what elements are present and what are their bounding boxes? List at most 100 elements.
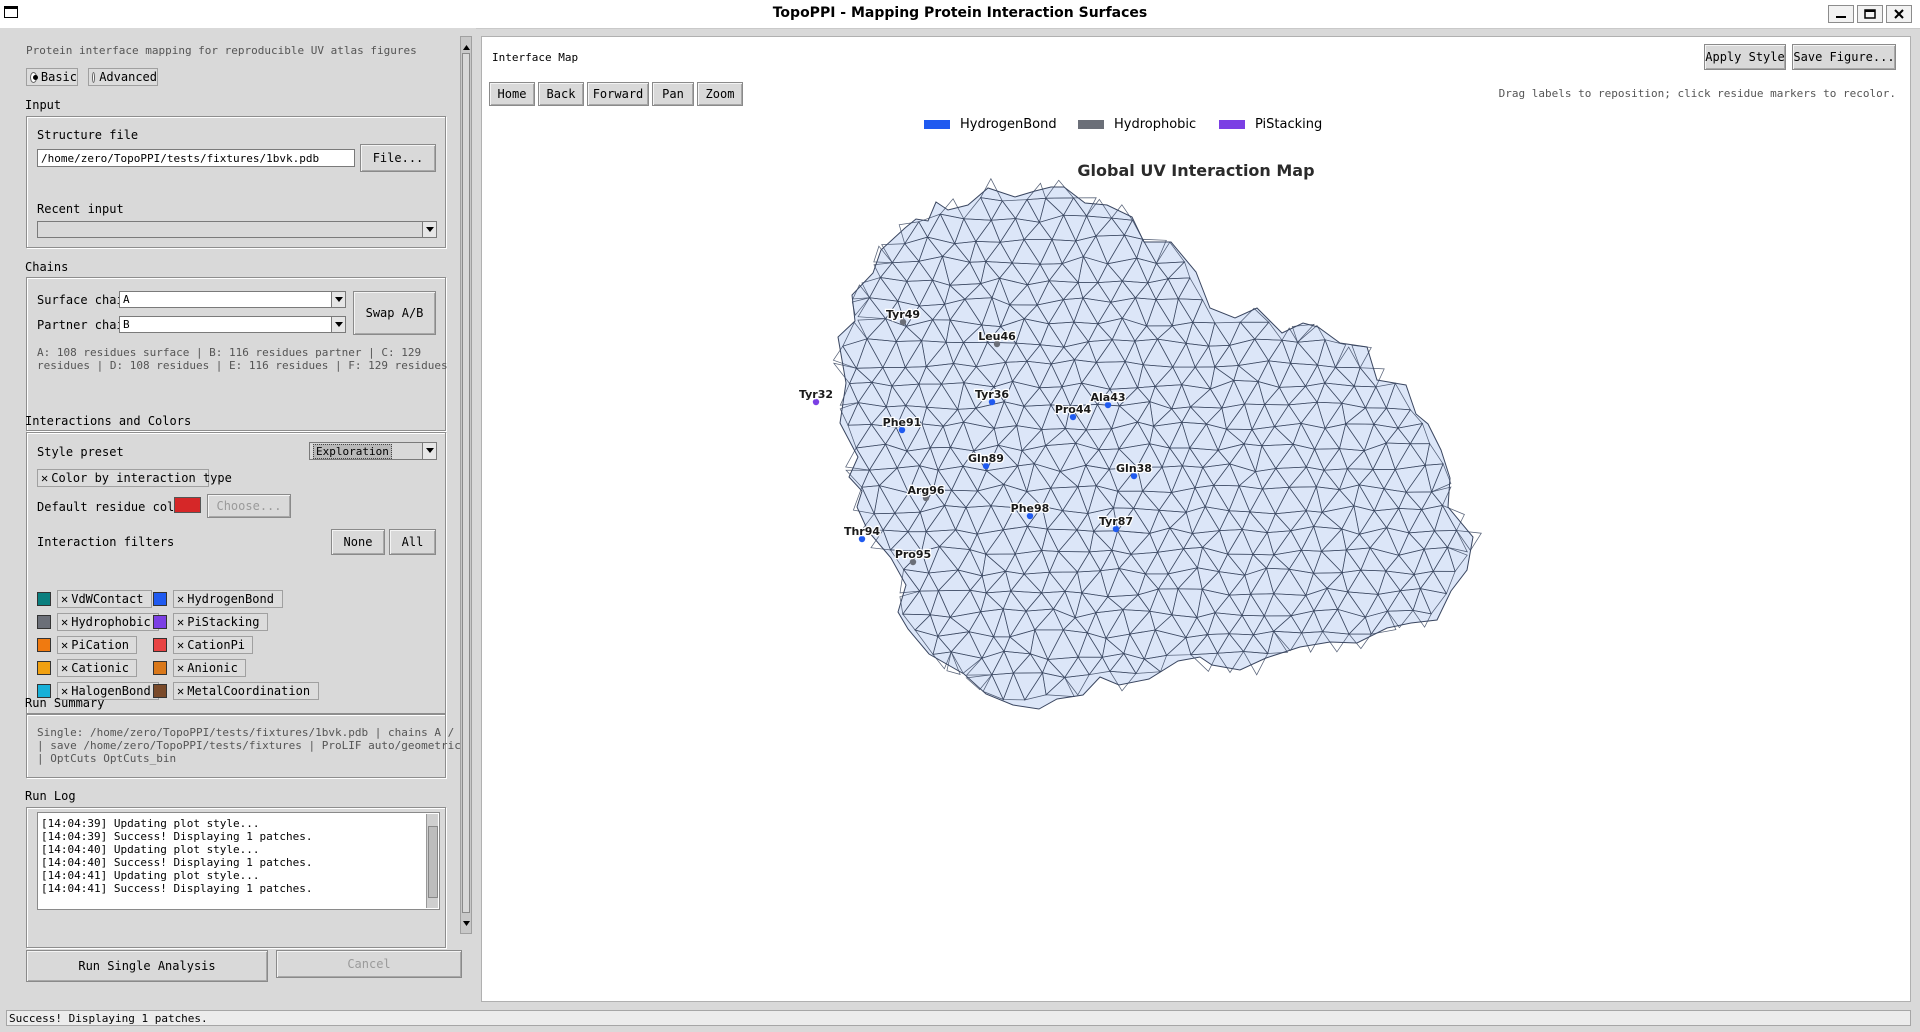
filter-checkbox-hydrogenbond[interactable]: ✕ HydrogenBond bbox=[173, 590, 283, 608]
filter-color-swatch[interactable] bbox=[37, 615, 51, 629]
run-analysis-button[interactable]: Run Single Analysis bbox=[26, 950, 268, 982]
swap-chains-button[interactable]: Swap A/B bbox=[353, 291, 436, 335]
residue-label[interactable]: Gln38 bbox=[1115, 461, 1153, 477]
residue-label[interactable]: Tyr49 bbox=[885, 307, 922, 323]
section-input: Input bbox=[25, 98, 62, 112]
log-line: [14:04:41] Updating plot style... bbox=[41, 869, 260, 882]
close-button[interactable] bbox=[1886, 5, 1912, 23]
filter-checkbox-pication[interactable]: ✕ PiCation bbox=[57, 636, 138, 654]
chevron-down-icon bbox=[331, 292, 345, 307]
log-scroll-thumb[interactable] bbox=[428, 826, 438, 898]
status-bar: Success! Displaying 1 patches. bbox=[6, 1010, 1911, 1026]
filters-none-button[interactable]: None bbox=[331, 529, 385, 555]
style-preset-combo[interactable]: Exploration bbox=[309, 442, 437, 460]
residue-label[interactable]: Leu46 bbox=[977, 329, 1017, 345]
section-run-summary: Run Summary bbox=[25, 696, 105, 710]
partner-chain-value: B bbox=[123, 318, 130, 331]
filter-checkbox-metalcoordination[interactable]: ✕ MetalCoordination bbox=[173, 682, 320, 700]
uv-interaction-map[interactable]: Tyr49 Leu46 Tyr32 Tyr36 Ala43Pro44 Phe91 Gln89… bbox=[482, 37, 1910, 1001]
surface-chain-combo[interactable]: A bbox=[119, 291, 346, 308]
close-icon bbox=[1894, 9, 1904, 19]
title-bar: TopoPPI - Mapping Protein Interaction Su… bbox=[0, 0, 1920, 29]
chain-summary-line1: A: 108 residues surface | B: 116 residue… bbox=[37, 346, 422, 359]
style-preset-value: Exploration bbox=[313, 443, 392, 459]
filter-checkbox-hydrophobic[interactable]: ✕ Hydrophobic bbox=[57, 613, 160, 631]
scroll-down-icon[interactable] bbox=[463, 916, 470, 930]
summary-line1: Single: /home/zero/TopoPPI/tests/fixture… bbox=[37, 726, 468, 739]
residue-label[interactable]: Ala43 bbox=[1089, 390, 1127, 406]
residue-label[interactable]: Pro44 bbox=[1054, 402, 1093, 418]
residue-label[interactable]: Phe98 bbox=[1009, 501, 1050, 517]
filter-color-swatch[interactable] bbox=[153, 684, 167, 698]
default-color-swatch[interactable] bbox=[174, 497, 201, 513]
check-icon: ✕ bbox=[177, 615, 185, 629]
maximize-icon bbox=[1864, 9, 1876, 19]
minimize-button[interactable] bbox=[1828, 5, 1854, 23]
radio-indicator bbox=[30, 71, 38, 83]
mode-advanced-radio[interactable]: Advanced bbox=[88, 68, 158, 86]
filter-checkbox-anionic[interactable]: ✕ Anionic bbox=[173, 659, 247, 677]
chevron-down-icon bbox=[422, 222, 436, 237]
mode-basic-radio[interactable]: Basic bbox=[26, 68, 78, 86]
recent-input-combo[interactable] bbox=[37, 221, 437, 238]
residue-label[interactable]: Tyr36 bbox=[974, 387, 1011, 403]
filter-color-swatch[interactable] bbox=[37, 638, 51, 652]
interaction-filters-label: Interaction filters bbox=[37, 535, 175, 549]
cancel-button[interactable]: Cancel bbox=[276, 950, 462, 978]
structure-file-label: Structure file bbox=[37, 128, 139, 142]
app-subtitle: Protein interface mapping for reproducib… bbox=[26, 44, 417, 57]
radio-indicator bbox=[92, 71, 96, 83]
log-scrollbar[interactable] bbox=[426, 814, 438, 908]
log-line: [14:04:40] Updating plot style... bbox=[41, 843, 260, 856]
check-icon: ✕ bbox=[61, 661, 69, 675]
run-log-text[interactable]: [14:04:39] Updating plot style... [14:04… bbox=[37, 812, 440, 910]
residue-label[interactable]: Arg96 bbox=[906, 483, 946, 499]
filter-checkbox-cationpi[interactable]: ✕ CationPi bbox=[173, 636, 254, 654]
residue-label[interactable]: Thr94 bbox=[843, 524, 882, 540]
surface-chain-value: A bbox=[123, 293, 130, 306]
filter-color-swatch[interactable] bbox=[37, 592, 51, 606]
maximize-button[interactable] bbox=[1857, 5, 1883, 23]
choose-color-button[interactable]: Choose... bbox=[207, 494, 291, 518]
chevron-down-icon bbox=[331, 317, 345, 332]
scroll-up-icon[interactable] bbox=[463, 40, 470, 54]
filter-label: PiCation bbox=[71, 638, 130, 652]
partner-chain-combo[interactable]: B bbox=[119, 316, 346, 333]
residue-label[interactable]: Gln89 bbox=[967, 451, 1005, 467]
log-line: [14:04:39] Updating plot style... bbox=[41, 817, 260, 830]
filter-color-swatch[interactable] bbox=[153, 615, 167, 629]
color-by-type-checkbox[interactable]: ✕ Color by interaction type bbox=[37, 469, 232, 487]
color-by-type-label: Color by interaction type bbox=[51, 471, 232, 485]
file-button[interactable]: File... bbox=[360, 144, 436, 172]
residue-label[interactable]: Tyr32 bbox=[798, 387, 835, 403]
residue-label[interactable]: Tyr87 bbox=[1098, 514, 1135, 530]
filter-label: MetalCoordination bbox=[187, 684, 311, 698]
filter-checkbox-cationic[interactable]: ✕ Cationic bbox=[57, 659, 138, 677]
chain-summary-line2: residues | D: 108 residues | E: 116 resi… bbox=[37, 359, 448, 372]
filter-label: Hydrophobic bbox=[71, 615, 151, 629]
filter-color-swatch[interactable] bbox=[37, 661, 51, 675]
summary-line3: | OptCuts OptCuts_bin bbox=[37, 752, 177, 765]
filter-label: Anionic bbox=[187, 661, 238, 675]
default-color-label: Default residue color bbox=[37, 500, 189, 514]
filters-all-button[interactable]: All bbox=[389, 529, 436, 555]
structure-file-input[interactable]: /home/zero/TopoPPI/tests/fixtures/1bvk.p… bbox=[37, 149, 355, 167]
filter-checkbox-vdwcontact[interactable]: ✕ VdWContact bbox=[57, 590, 152, 608]
filter-color-swatch[interactable] bbox=[153, 592, 167, 606]
filter-checkbox-pistacking[interactable]: ✕ PiStacking bbox=[173, 613, 268, 631]
residue-label[interactable]: Phe91 bbox=[881, 415, 922, 431]
check-icon: ✕ bbox=[61, 615, 69, 629]
summary-line2: | save /home/zero/TopoPPI/tests/fixtures… bbox=[37, 739, 461, 752]
check-icon: ✕ bbox=[177, 638, 185, 652]
section-chains: Chains bbox=[25, 260, 69, 274]
partner-chain-label: Partner chain bbox=[37, 318, 131, 332]
check-icon: ✕ bbox=[41, 471, 49, 485]
filter-color-swatch[interactable] bbox=[153, 661, 167, 675]
filter-color-swatch[interactable] bbox=[153, 638, 167, 652]
mode-advanced-label: Advanced bbox=[99, 70, 157, 84]
section-run-log: Run Log bbox=[25, 789, 76, 803]
minimize-icon bbox=[1836, 16, 1846, 18]
residue-label[interactable]: Pro95 bbox=[894, 547, 933, 563]
left-panel-scrollbar[interactable] bbox=[460, 36, 472, 934]
left-panel-scroll-thumb[interactable] bbox=[462, 53, 470, 913]
